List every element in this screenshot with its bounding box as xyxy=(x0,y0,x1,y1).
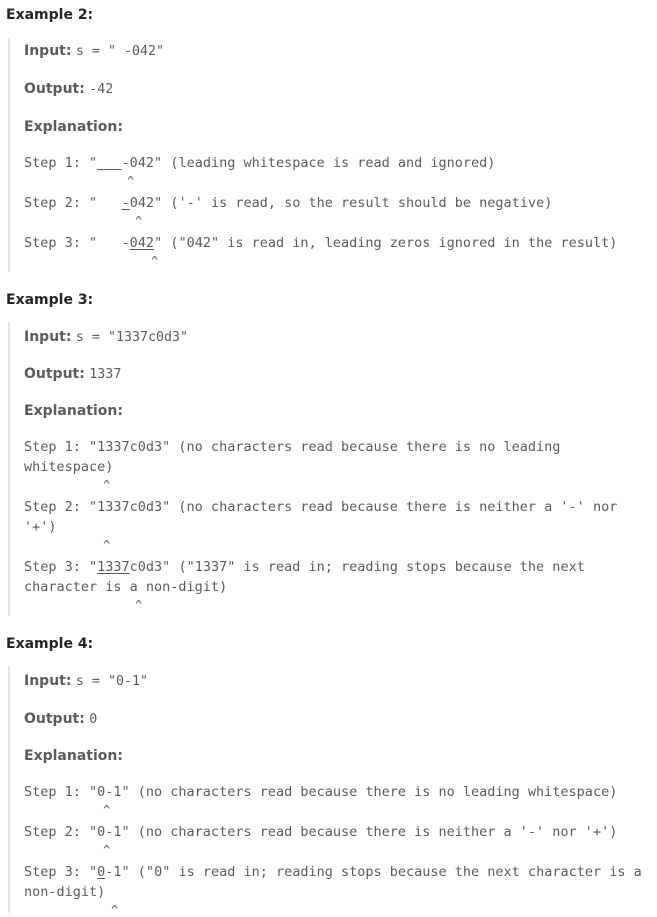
example-block: Input: s = "0-1" Output: 0 Explanation: … xyxy=(8,666,657,917)
step-line: Step 1: "1337c0d3" (no characters read b… xyxy=(24,437,654,477)
example-block: Input: s = "1337c0d3" Output: 1337 Expla… xyxy=(8,322,657,616)
step-prefix: Step 3: " - xyxy=(24,235,130,251)
step-prefix: Step 2: "0-1" (no characters read becaus… xyxy=(24,824,618,840)
step-caret: ^ xyxy=(135,214,143,228)
step-underlined: - xyxy=(121,195,130,211)
output-value: 1337 xyxy=(89,367,122,382)
step-caret: ^ xyxy=(103,478,111,492)
step-prefix: Step 1: "1337c0d3" (no characters read b… xyxy=(24,439,569,475)
step-caret: ^ xyxy=(135,598,143,612)
explanation-line: Explanation: xyxy=(24,746,123,766)
input-label: Input: xyxy=(24,673,72,689)
input-label: Input: xyxy=(24,43,72,59)
step-underlined: ___ xyxy=(97,155,122,171)
explanation-label: Explanation: xyxy=(24,748,123,764)
step-line: Step 2: " -042" ('-' is read, so the res… xyxy=(24,193,654,213)
step-caret: ^ xyxy=(103,843,111,857)
input-value: s = "1337c0d3" xyxy=(75,330,188,345)
explanation-line: Explanation: xyxy=(24,117,123,137)
step-caret: ^ xyxy=(111,903,119,917)
output-line: Output: -42 xyxy=(24,79,113,100)
step-prefix: Step 2: "1337c0d3" (no characters read b… xyxy=(24,499,626,535)
step-line: Step 1: "___-042" (leading whitespace is… xyxy=(24,153,654,173)
step-prefix: Step 3: " xyxy=(24,559,98,575)
example-block: Input: s = " -042" Output: -42 Explanati… xyxy=(8,38,657,272)
step-rest: " ("042" is read in, leading zeros ignor… xyxy=(154,235,618,251)
input-line: Input: s = "1337c0d3" xyxy=(24,327,188,348)
step-underlined: 1337 xyxy=(97,559,130,575)
step-line: Step 3: "0-1" ("0" is read in; reading s… xyxy=(24,862,654,902)
output-value: 0 xyxy=(89,712,98,727)
step-rest: -042" (leading whitespace is read and ig… xyxy=(121,155,496,171)
step-line: Step 2: "0-1" (no characters read becaus… xyxy=(24,822,654,842)
example-heading: Example 2: xyxy=(6,7,94,23)
step-caret: ^ xyxy=(103,538,111,552)
step-line: Step 1: "0-1" (no characters read becaus… xyxy=(24,782,654,802)
step-caret: ^ xyxy=(103,803,111,817)
input-line: Input: s = " -042" xyxy=(24,41,164,62)
input-value: s = "0-1" xyxy=(75,674,148,689)
example-heading: Example 3: xyxy=(6,292,94,308)
explanation-label: Explanation: xyxy=(24,403,123,419)
input-line: Input: s = "0-1" xyxy=(24,671,148,692)
step-caret: ^ xyxy=(127,174,135,188)
step-caret: ^ xyxy=(151,254,159,268)
step-prefix: Step 1: " xyxy=(24,155,98,171)
step-rest: -1" ("0" is read in; reading stops becau… xyxy=(24,864,650,900)
output-line: Output: 1337 xyxy=(24,364,121,385)
step-prefix: Step 1: "0-1" (no characters read becaus… xyxy=(24,784,618,800)
explanation-label: Explanation: xyxy=(24,119,123,135)
output-label: Output: xyxy=(24,81,85,97)
output-line: Output: 0 xyxy=(24,709,97,730)
explanation-line: Explanation: xyxy=(24,401,123,421)
output-label: Output: xyxy=(24,366,85,382)
step-underlined: 042 xyxy=(129,235,155,251)
example-heading: Example 4: xyxy=(6,636,94,652)
output-value: -42 xyxy=(89,82,114,97)
step-rest: 042" ('-' is read, so the result should … xyxy=(129,195,553,211)
input-label: Input: xyxy=(24,329,72,345)
output-label: Output: xyxy=(24,711,85,727)
step-line: Step 2: "1337c0d3" (no characters read b… xyxy=(24,497,654,537)
step-prefix: Step 3: " xyxy=(24,864,98,880)
step-line: Step 3: " -042" ("042" is read in, leadi… xyxy=(24,233,654,253)
step-prefix: Step 2: " xyxy=(24,195,122,211)
input-value: s = " -042" xyxy=(75,44,164,59)
step-line: Step 3: "1337c0d3" ("1337" is read in; r… xyxy=(24,557,654,597)
